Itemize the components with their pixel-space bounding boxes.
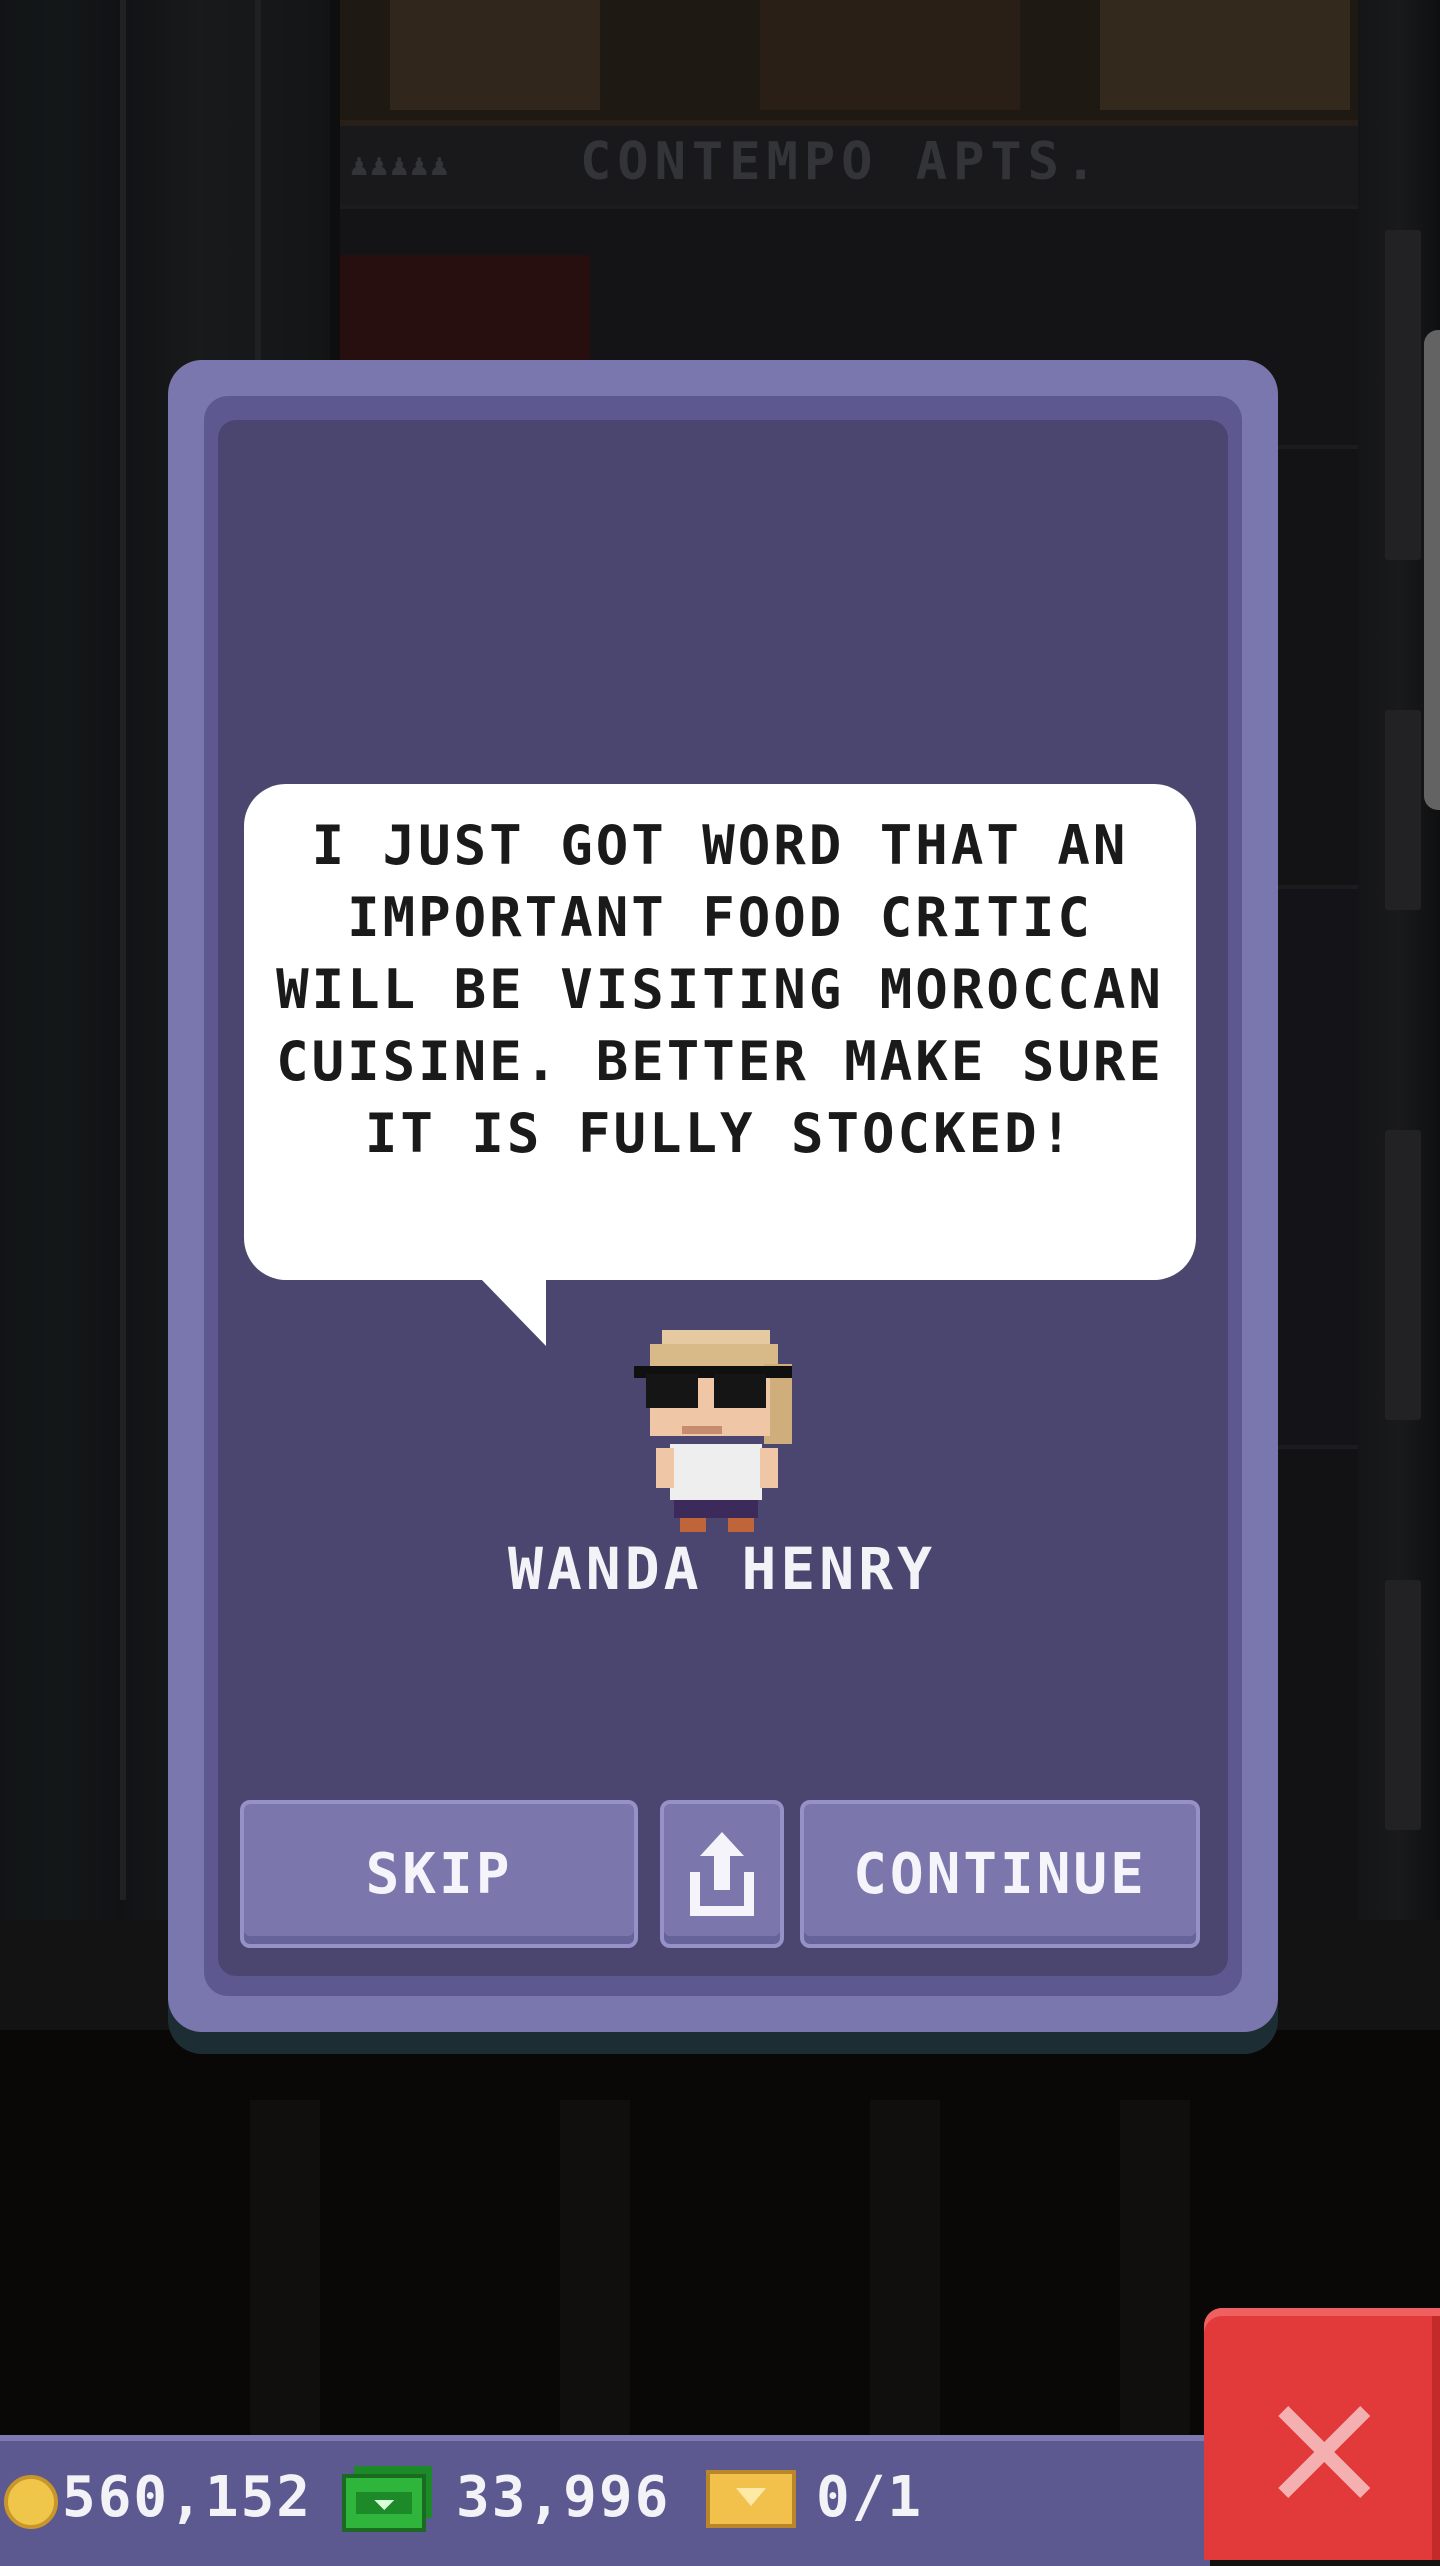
- share-icon: [690, 1832, 754, 1916]
- share-button[interactable]: [660, 1800, 784, 1948]
- skip-button[interactable]: SKIP: [240, 1800, 638, 1948]
- continue-button[interactable]: CONTINUE: [800, 1800, 1200, 1948]
- tickets-count: 0/1: [816, 2465, 924, 2530]
- bux-count: 33,996: [456, 2465, 671, 2530]
- bux-icon: [342, 2466, 432, 2532]
- close-icon: [1278, 2406, 1370, 2498]
- golden-ticket-icon: [706, 2470, 796, 2528]
- coins-count: 560,152: [62, 2465, 313, 2530]
- character-name: WANDA HENRY: [507, 1535, 937, 1603]
- coin-icon: [4, 2475, 58, 2529]
- character-avatar: [634, 1330, 792, 1532]
- dialog-message: I JUST GOT WORD THAT AN IMPORTANT FOOD C…: [276, 814, 1164, 1165]
- skip-button-label: SKIP: [365, 1841, 513, 1907]
- speech-bubble-tail: [480, 1278, 546, 1346]
- continue-button-label: CONTINUE: [853, 1841, 1147, 1907]
- close-button[interactable]: [1204, 2308, 1440, 2560]
